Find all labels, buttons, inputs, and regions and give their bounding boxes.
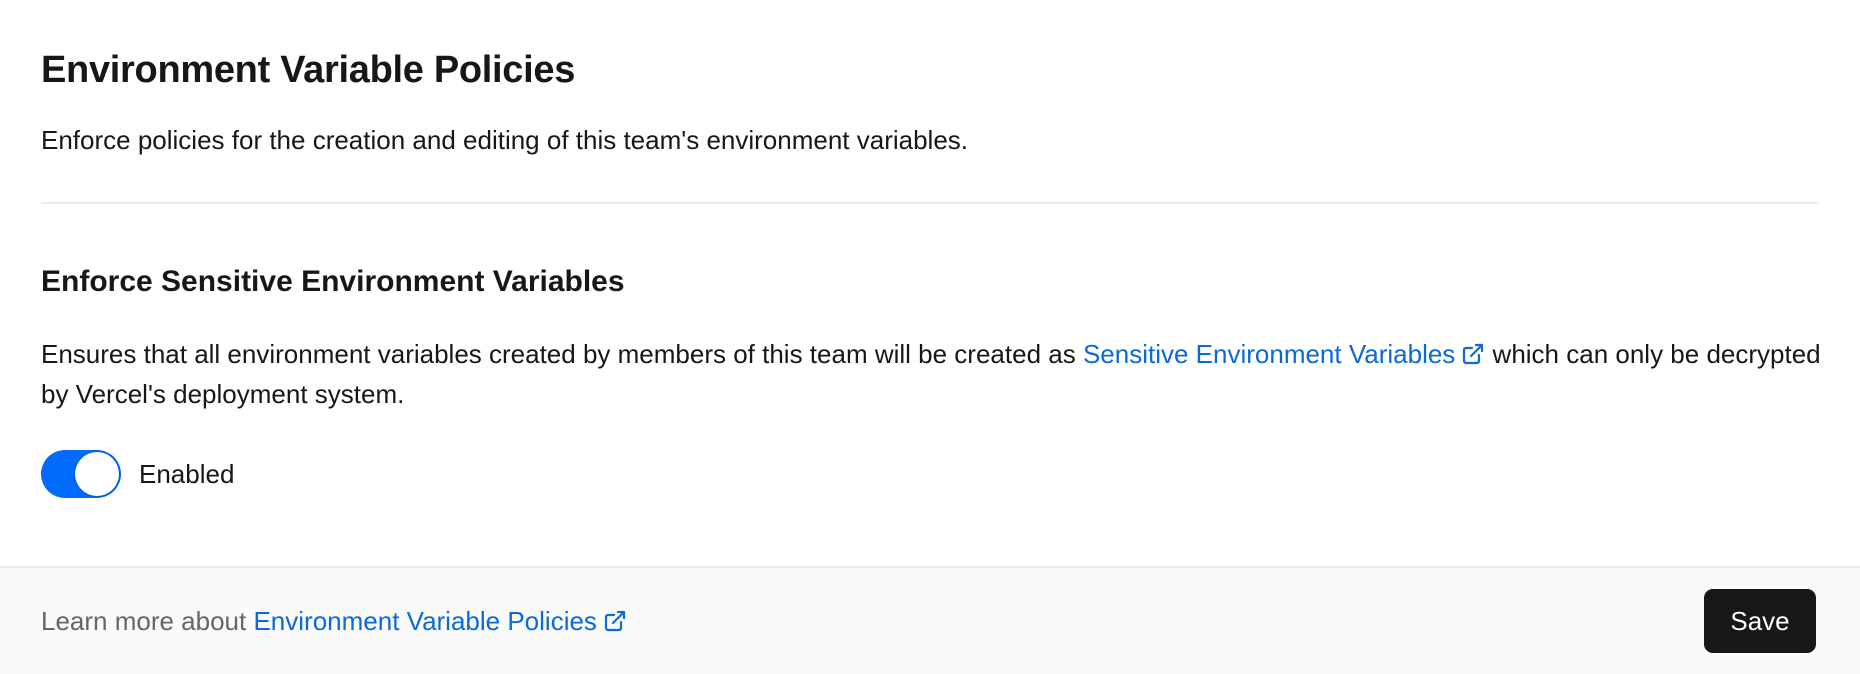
sensitive-env-vars-link[interactable]: Sensitive Environment Variables <box>1083 339 1485 369</box>
toggle-knob <box>75 452 119 496</box>
learn-more-prefix: Learn more about <box>41 606 254 636</box>
external-link-icon <box>604 610 626 632</box>
toggle-row: Enabled <box>41 450 1819 498</box>
external-link-icon <box>1463 343 1484 365</box>
sensitive-env-toggle[interactable] <box>41 450 121 498</box>
env-var-policies-link-label: Environment Variable Policies <box>253 606 597 636</box>
learn-more-text: Learn more about Environment Variable Po… <box>41 603 627 639</box>
policy-title: Enforce Sensitive Environment Variables <box>41 265 625 298</box>
toggle-label: Enabled <box>139 459 235 489</box>
policy-description-before: Ensures that all environment variables c… <box>41 339 1083 369</box>
save-button[interactable]: Save <box>1704 589 1816 653</box>
sensitive-env-vars-link-label: Sensitive Environment Variables <box>1082 339 1456 369</box>
policy-description: Ensures that all environment variables c… <box>41 334 1831 414</box>
env-var-policies-link[interactable]: Environment Variable Policies <box>253 606 626 636</box>
divider <box>41 202 1818 204</box>
page-description: Enforce policies for the creation and ed… <box>41 125 969 155</box>
card-footer: Learn more about Environment Variable Po… <box>0 566 1860 674</box>
card-body: Environment Variable Policies Enforce po… <box>0 0 1860 566</box>
page-title: Environment Variable Policies <box>41 49 576 91</box>
settings-card: Environment Variable Policies Enforce po… <box>0 0 1860 674</box>
